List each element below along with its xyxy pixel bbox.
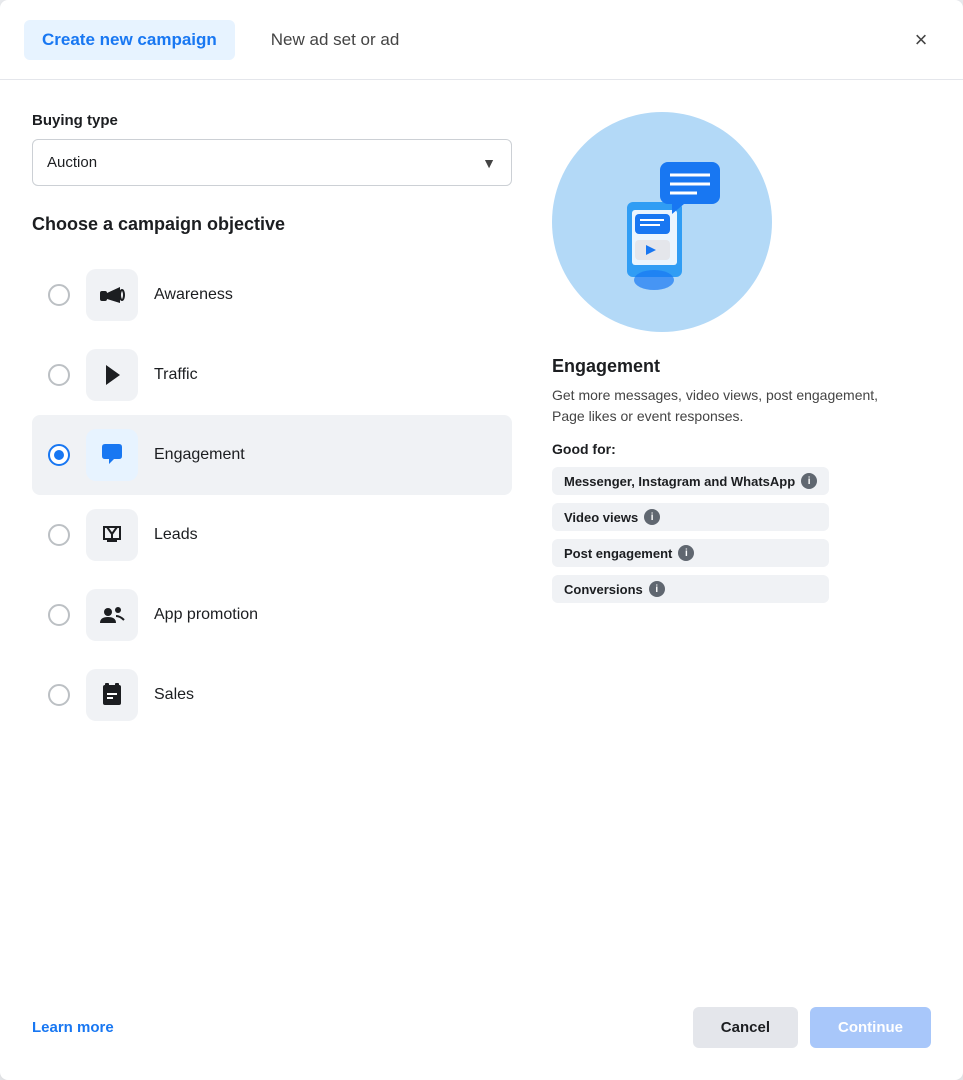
traffic-label: Traffic	[154, 366, 198, 384]
objective-item-engagement[interactable]: Engagement	[32, 415, 512, 495]
leads-label: Leads	[154, 526, 198, 544]
buying-type-select[interactable]: Auction Reach and Frequency	[32, 139, 512, 186]
modal-header: Create new campaign New ad set or ad ×	[0, 0, 963, 80]
radio-engagement[interactable]	[48, 444, 70, 466]
sales-icon-box	[86, 669, 138, 721]
objective-section-label: Choose a campaign objective	[32, 214, 512, 235]
app-promotion-icon-box	[86, 589, 138, 641]
leads-icon	[98, 521, 126, 549]
buying-type-select-wrapper: Auction Reach and Frequency ▼	[32, 139, 512, 186]
detail-description: Get more messages, video views, post eng…	[552, 385, 892, 427]
leads-icon-box	[86, 509, 138, 561]
tag-list: Messenger, Instagram and WhatsApp i Vide…	[552, 467, 829, 603]
left-panel: Buying type Auction Reach and Frequency …	[32, 112, 512, 983]
objective-list: Awareness Traffic	[32, 255, 512, 735]
objective-item-leads[interactable]: Leads	[32, 495, 512, 575]
modal-create-campaign: Create new campaign New ad set or ad × B…	[0, 0, 963, 1080]
sales-label: Sales	[154, 686, 194, 704]
tag-messenger-info-icon[interactable]: i	[801, 473, 817, 489]
engagement-label: Engagement	[154, 446, 245, 464]
radio-sales[interactable]	[48, 684, 70, 706]
radio-app-promotion[interactable]	[48, 604, 70, 626]
tag-video-views-label: Video views	[564, 510, 638, 525]
app-promotion-icon	[98, 601, 126, 629]
traffic-icon-box	[86, 349, 138, 401]
radio-leads[interactable]	[48, 524, 70, 546]
tag-video-views: Video views i	[552, 503, 829, 531]
sales-icon	[98, 681, 126, 709]
cancel-button[interactable]: Cancel	[693, 1007, 798, 1048]
awareness-icon	[98, 281, 126, 309]
modal-footer: Learn more Cancel Continue	[0, 983, 963, 1080]
tag-conversions: Conversions i	[552, 575, 829, 603]
objective-item-traffic[interactable]: Traffic	[32, 335, 512, 415]
tab-create-campaign[interactable]: Create new campaign	[24, 20, 235, 60]
buying-type-label: Buying type	[32, 112, 512, 129]
tag-messenger-label: Messenger, Instagram and WhatsApp	[564, 474, 795, 489]
engagement-svg	[572, 132, 752, 312]
tag-post-engagement: Post engagement i	[552, 539, 829, 567]
good-for-label: Good for:	[552, 441, 616, 457]
objective-item-awareness[interactable]: Awareness	[32, 255, 512, 335]
engagement-illustration	[552, 112, 772, 332]
traffic-icon	[98, 361, 126, 389]
tag-post-engagement-label: Post engagement	[564, 546, 672, 561]
right-panel: Engagement Get more messages, video view…	[512, 112, 931, 983]
tab-new-ad-set[interactable]: New ad set or ad	[253, 20, 418, 60]
awareness-label: Awareness	[154, 286, 233, 304]
radio-traffic[interactable]	[48, 364, 70, 386]
tag-post-engagement-info-icon[interactable]: i	[678, 545, 694, 561]
tag-conversions-label: Conversions	[564, 582, 643, 597]
objective-item-sales[interactable]: Sales	[32, 655, 512, 735]
app-promotion-label: App promotion	[154, 606, 258, 624]
awareness-icon-box	[86, 269, 138, 321]
objective-item-app-promotion[interactable]: App promotion	[32, 575, 512, 655]
detail-title: Engagement	[552, 356, 660, 377]
engagement-icon	[98, 441, 126, 469]
close-button[interactable]: ×	[903, 22, 939, 58]
tag-conversions-info-icon[interactable]: i	[649, 581, 665, 597]
tag-messenger: Messenger, Instagram and WhatsApp i	[552, 467, 829, 495]
continue-button[interactable]: Continue	[810, 1007, 931, 1048]
tag-video-views-info-icon[interactable]: i	[644, 509, 660, 525]
footer-buttons: Cancel Continue	[693, 1007, 931, 1048]
radio-awareness[interactable]	[48, 284, 70, 306]
learn-more-button[interactable]: Learn more	[32, 1019, 114, 1036]
engagement-icon-box	[86, 429, 138, 481]
modal-body: Buying type Auction Reach and Frequency …	[0, 80, 963, 983]
